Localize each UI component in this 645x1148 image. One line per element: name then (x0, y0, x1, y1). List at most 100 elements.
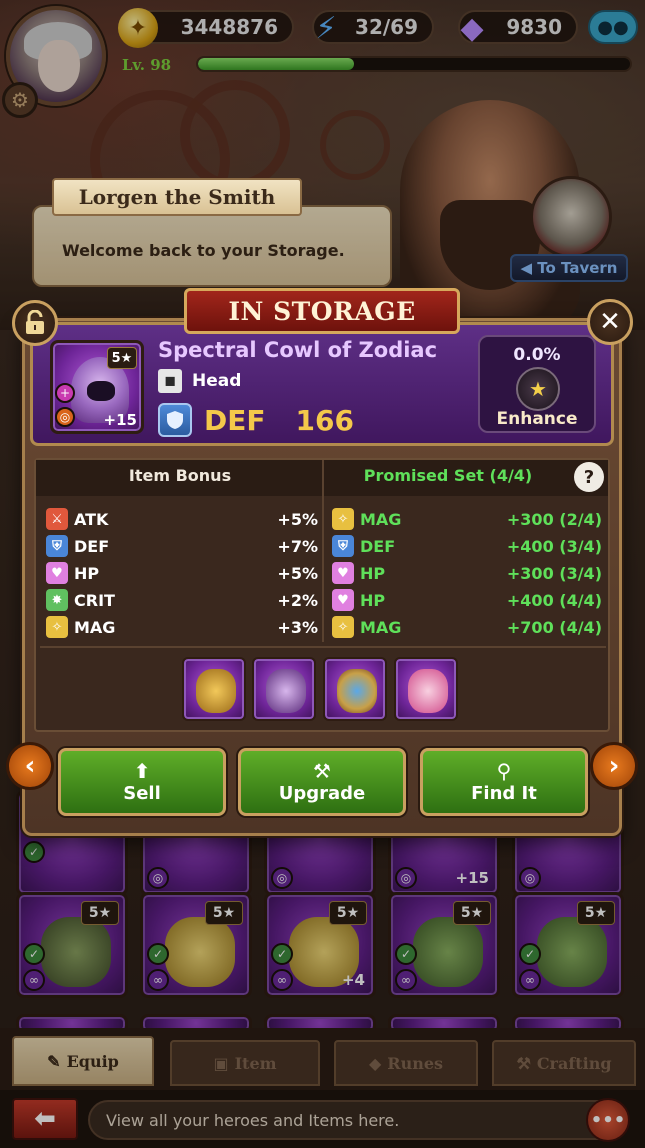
set-bonus-header: Promised Set (4/4) (363, 466, 533, 485)
enhance-label: Enhance (496, 409, 578, 429)
stat-name: MAG (74, 617, 116, 637)
stat-value: +300 (3/4) (506, 563, 602, 583)
set-badge-icon: ◎ (519, 867, 541, 889)
stat-row: ⛨ DEF +7% (46, 533, 318, 559)
item-slot-type: ◼ Head (158, 368, 241, 394)
gold-amount: 3448876 (180, 15, 278, 39)
magic-icon: ✧ (332, 616, 354, 638)
tab-label: Item (234, 1053, 277, 1073)
shield-icon: ⛨ (46, 535, 68, 557)
stat-name: HP (360, 590, 386, 610)
player-level: Lv. 98 (122, 56, 172, 74)
sell-icon: ⬆ (133, 758, 151, 783)
helmet-icon: ◼ (158, 369, 182, 393)
set-badge-icon: ◎ (271, 867, 293, 889)
inventory-slot[interactable]: 5★ ✓ ∞ (512, 892, 624, 998)
stat-value: +400 (3/4) (506, 536, 602, 556)
heart-icon: ♥ (332, 589, 354, 611)
inventory-slot[interactable]: 5★ ✓ ∞ (16, 892, 128, 998)
inventory-slot[interactable]: 5★ +4 ✓ ∞ (264, 892, 376, 998)
class-badge-icon: ✓ (23, 943, 45, 965)
chevron-left-icon: ‹ (24, 751, 36, 781)
stat-name: HP (360, 563, 386, 583)
tab-label: Runes (387, 1053, 444, 1073)
winged-helm-art-icon (165, 917, 235, 987)
tab-crafting[interactable]: ⚒ Crafting (492, 1040, 636, 1086)
gear-decoration (180, 80, 290, 190)
previous-item-button[interactable]: ‹ (6, 742, 54, 790)
gem-counter[interactable]: ◆ 9830 (458, 10, 578, 46)
gear-icon: ⚙ (11, 88, 29, 112)
wings-icon (408, 669, 448, 713)
item-enhance-level: +15 (103, 411, 137, 429)
tab-item[interactable]: ▣ Item (170, 1040, 320, 1086)
star-rating: 5★ (577, 901, 615, 925)
energy-amount: 32/69 (355, 15, 418, 39)
class-badge-icon: ✓ (271, 943, 293, 965)
set-piece-ring[interactable] (323, 657, 387, 721)
armor-art-icon (537, 917, 607, 987)
avatar-face (38, 40, 80, 92)
social-icon: ●● (597, 16, 629, 38)
enhance-level: +4 (341, 971, 365, 989)
stat-value: +5% (277, 509, 318, 529)
chevron-right-icon: › (608, 751, 620, 781)
inventory-slot[interactable]: 5★ ✓ ∞ (140, 892, 252, 998)
stat-row: ✧ MAG +3% (46, 614, 318, 640)
set-piece-wings[interactable] (394, 657, 458, 721)
enhance-level: +15 (455, 869, 489, 887)
inventory-slot[interactable]: 5★ ✓ ∞ (388, 892, 500, 998)
chat-button[interactable]: ••• (586, 1098, 630, 1142)
energy-counter[interactable]: ⚡ 32/69 (312, 10, 434, 46)
class-badge-icon: ✓ (395, 943, 417, 965)
upgrade-button[interactable]: ⚒ Upgrade (238, 748, 406, 816)
column-divider (322, 460, 324, 642)
back-button[interactable]: ⬅ (12, 1098, 78, 1140)
star-rating: 5★ (453, 901, 491, 925)
settings-button[interactable]: ⚙ (2, 82, 38, 118)
upgrade-label: Upgrade (278, 782, 366, 804)
gold-coin-icon: ✦ (118, 8, 158, 48)
enhance-button[interactable]: 0.0% ★ Enhance (478, 335, 596, 433)
sword-icon: ⚔ (46, 508, 68, 530)
set-piece-scepter[interactable] (182, 657, 246, 721)
close-button[interactable]: ✕ (587, 299, 633, 345)
stat-row: ✧ MAG +300 (2/4) (332, 506, 602, 532)
help-button[interactable]: ? (574, 462, 604, 492)
stat-row: ♥ HP +400 (4/4) (332, 587, 602, 613)
hammer-icon: ⚒ (516, 1053, 531, 1073)
heart-icon: ♥ (332, 562, 354, 584)
npc-name-plate: Lorgen the Smith (52, 178, 302, 216)
magic-icon: ✧ (46, 616, 68, 638)
sell-button[interactable]: ⬆ Sell (58, 748, 226, 816)
gear-decoration (320, 110, 390, 180)
npc-dialog: Welcome back to your Storage. (32, 205, 392, 287)
set-badge-icon: ◎ (395, 867, 417, 889)
search-icon: ⚲ (496, 758, 512, 783)
set-badge-icon: ∞ (23, 969, 45, 991)
tavern-knight-icon[interactable] (530, 176, 612, 258)
enhance-star-icon: ★ (516, 367, 560, 411)
star-rating: 5★ (205, 901, 243, 925)
stat-value: +3% (277, 617, 318, 637)
star-rating: 5★ (81, 901, 119, 925)
stat-name: MAG (360, 617, 402, 637)
tab-equip[interactable]: ✎ Equip (12, 1036, 154, 1086)
cowl-shadow (87, 381, 115, 401)
stat-name: HP (74, 563, 100, 583)
lock-button[interactable] (12, 300, 58, 346)
to-tavern-button[interactable]: ◀ To Tavern (510, 254, 628, 282)
helmet-art-icon (41, 917, 111, 987)
class-badge-icon: ✓ (23, 841, 45, 863)
set-badge-icon: ∞ (395, 969, 417, 991)
stat-name: ATK (74, 509, 109, 529)
gold-counter[interactable]: ✦ 3448876 (118, 8, 294, 48)
next-item-button[interactable]: › (590, 742, 638, 790)
tab-runes[interactable]: ◆ Runes (334, 1040, 478, 1086)
enhance-percent: 0.0% (513, 345, 561, 365)
gem-icon: ◆ (460, 10, 484, 46)
hint-bar: View all your heroes and Items here. (88, 1100, 628, 1140)
social-button[interactable]: ●● (588, 10, 638, 44)
set-piece-cowl[interactable] (252, 657, 316, 721)
find-it-button[interactable]: ⚲ Find It (420, 748, 588, 816)
